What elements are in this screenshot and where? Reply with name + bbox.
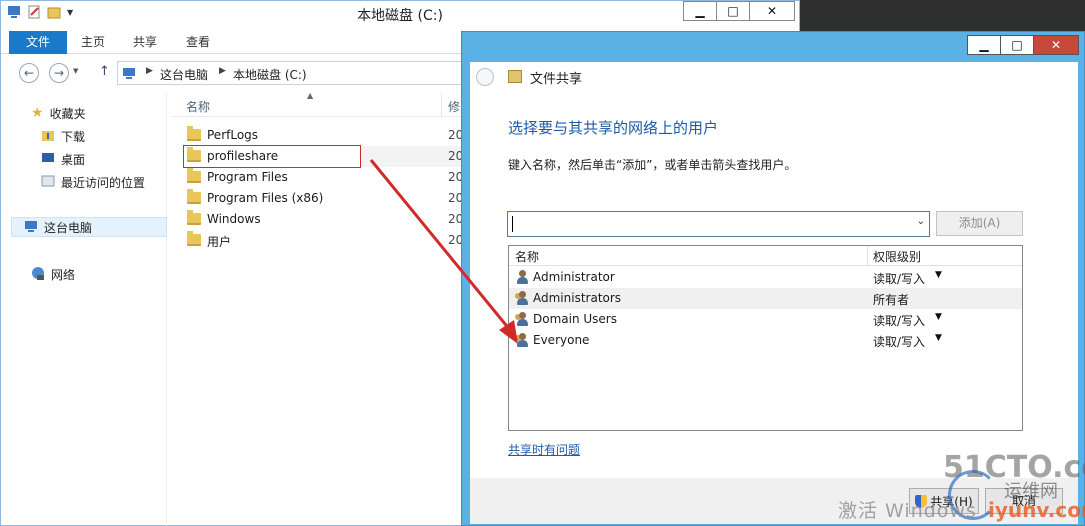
folder-icon (187, 147, 201, 162)
explorer-window-title: 本地磁盘 (C:) (357, 8, 443, 24)
user-name-combobox[interactable]: ⌄ (507, 211, 930, 237)
tab-home[interactable]: 主页 (73, 31, 113, 54)
user-name: Administrators (533, 291, 622, 305)
close-button[interactable]: ✕ (1033, 35, 1079, 55)
user-row[interactable]: Administrator 读取/写入 ▼ (509, 267, 1022, 288)
tab-file[interactable]: 文件 (9, 31, 67, 54)
folder-icon (187, 168, 201, 183)
up-button[interactable]: ↑ (99, 64, 110, 79)
desktop-icon (41, 151, 55, 168)
column-divider[interactable] (441, 93, 442, 117)
file-name: Program Files (207, 170, 288, 184)
group-icon (515, 333, 530, 347)
column-date-modified[interactable]: 修 (448, 98, 460, 115)
permission-level: 读取/写入 (873, 314, 926, 328)
column-permission-level[interactable]: 权限级别 (873, 248, 921, 265)
add-button[interactable]: 添加(A) (936, 211, 1023, 236)
user-name: Administrator (533, 270, 615, 284)
column-name[interactable]: 名称 (515, 248, 539, 265)
nav-item-label: 这台电脑 (44, 220, 93, 235)
computer-icon (24, 219, 38, 236)
dialog-heading: 选择要与其共享的网络上的用户 (508, 119, 719, 137)
permission-level: 所有者 (873, 293, 910, 307)
file-name: PerfLogs (207, 128, 259, 142)
text-cursor (512, 216, 513, 232)
column-divider[interactable] (867, 246, 868, 266)
user-row[interactable]: Administrators 所有者 (509, 288, 1022, 309)
maximize-button[interactable]: □ (1000, 35, 1034, 55)
activate-windows-watermark: 激活 Windows (838, 500, 977, 522)
explorer-caption-buttons: ▁ □ ✕ (683, 1, 795, 21)
folder-icon (187, 231, 201, 246)
breadcrumb-separator-icon[interactable]: ▶ (146, 66, 153, 76)
tab-share[interactable]: 共享 (125, 31, 165, 54)
forward-button[interactable]: → (49, 63, 69, 83)
user-list-header: 名称 权限级别 (509, 246, 1022, 266)
maximize-button[interactable]: □ (716, 1, 750, 21)
dialog-title: 文件共享 (530, 72, 583, 87)
user-permission-list: 名称 权限级别 Administrator 读取/写入 ▼ Administra… (508, 245, 1023, 431)
computer-icon (122, 66, 136, 83)
dialog-instructions: 键入名称，然后单击“添加”，或者单击箭头查找用户。 (508, 158, 797, 172)
permission-dropdown-icon[interactable]: ▼ (935, 333, 942, 343)
user-name: Everyone (533, 333, 590, 347)
explorer-titlebar: ▼ 本地磁盘 (C:) ▁ □ ✕ (1, 1, 799, 28)
user-icon (515, 270, 530, 284)
permission-level: 读取/写入 (873, 272, 926, 286)
permission-level: 读取/写入 (873, 335, 926, 349)
nav-item-downloads[interactable]: 下载 (41, 126, 85, 146)
chevron-down-icon[interactable]: ⌄ (917, 216, 925, 227)
recent-places-icon (41, 174, 55, 191)
star-icon: ★ (31, 105, 44, 121)
nav-item-favorites[interactable]: ★ 收藏夹 (31, 103, 86, 123)
file-sharing-icon (508, 70, 522, 83)
folder-icon (187, 189, 201, 204)
desktop-background (800, 0, 1085, 32)
dialog-caption-buttons: ▁ □ ✕ (967, 35, 1079, 55)
back-button[interactable]: ← (19, 63, 39, 83)
navigation-pane: ★ 收藏夹 下载 桌面 最近访问的位置 这台电脑 网络 (1, 93, 167, 526)
user-name: Domain Users (533, 312, 617, 326)
back-arrow-icon[interactable] (476, 68, 494, 86)
group-icon (515, 312, 530, 326)
minimize-button[interactable]: ▁ (683, 1, 717, 21)
nav-item-this-pc[interactable]: 这台电脑 (11, 217, 167, 237)
column-name[interactable]: 名称 (186, 98, 210, 115)
folder-icon (187, 210, 201, 225)
file-name: Program Files (x86) (207, 191, 324, 205)
nav-item-label: 网络 (51, 267, 76, 282)
close-button[interactable]: ✕ (749, 1, 795, 21)
breadcrumb-this-pc[interactable]: 这台电脑 (160, 66, 208, 83)
tab-view[interactable]: 查看 (178, 31, 218, 54)
file-name: Windows (207, 212, 261, 226)
nav-item-label: 收藏夹 (49, 106, 86, 121)
dialog-header: 文件共享 (470, 62, 1078, 90)
breadcrumb-local-disk[interactable]: 本地磁盘 (C:) (233, 66, 307, 83)
nav-item-label: 下载 (61, 129, 86, 144)
file-name: 用户 (207, 235, 232, 249)
minimize-button[interactable]: ▁ (967, 35, 1001, 55)
nav-item-recent-places[interactable]: 最近访问的位置 (41, 172, 145, 192)
nav-item-label: 桌面 (61, 152, 86, 167)
permission-dropdown-icon[interactable]: ▼ (935, 270, 942, 280)
sharing-help-link[interactable]: 共享时有问题 (508, 441, 580, 458)
file-name: profileshare (207, 149, 279, 163)
sort-ascending-icon: ▲ (307, 91, 314, 100)
downloads-folder-icon (41, 128, 55, 145)
dialog-body: 选择要与其共享的网络上的用户 键入名称，然后单击“添加”，或者单击箭头查找用户。… (470, 90, 1078, 478)
watermark-iyunv: iyunv.com (988, 498, 1085, 522)
network-icon (31, 266, 45, 283)
nav-item-desktop[interactable]: 桌面 (41, 149, 85, 169)
group-icon (515, 291, 530, 305)
user-row[interactable]: Domain Users 读取/写入 ▼ (509, 309, 1022, 330)
folder-icon (187, 126, 201, 141)
nav-item-network[interactable]: 网络 (31, 264, 75, 284)
nav-item-label: 最近访问的位置 (61, 175, 146, 190)
user-row[interactable]: Everyone 读取/写入 ▼ (509, 330, 1022, 351)
permission-dropdown-icon[interactable]: ▼ (935, 312, 942, 322)
recent-locations-chevron-icon[interactable]: ▼ (73, 67, 78, 75)
breadcrumb-separator-icon[interactable]: ▶ (219, 66, 226, 76)
